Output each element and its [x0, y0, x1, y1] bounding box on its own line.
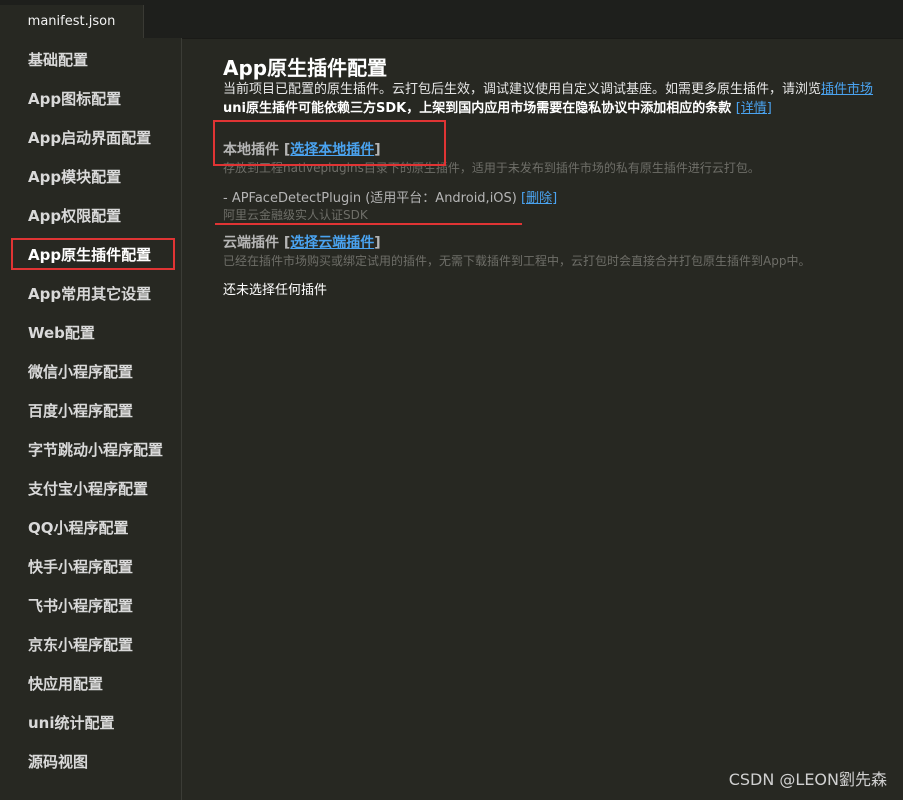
tab-manifest-json[interactable]: manifest.json: [0, 5, 144, 38]
details-link[interactable]: [详情]: [736, 101, 772, 116]
sidebar-item-baidu-mp[interactable]: 百度小程序配置: [28, 401, 133, 421]
sidebar-item-app-splash[interactable]: App启动界面配置: [28, 128, 151, 148]
sidebar-item-source-view[interactable]: 源码视图: [28, 752, 88, 772]
sidebar-item-feishu-mp[interactable]: 飞书小程序配置: [28, 596, 133, 616]
cloud-plugins-title: 云端插件: [223, 235, 279, 251]
description-line-1: 当前项目已配置的原生插件。云打包后生效，调试建议使用自定义调试基座。如需更多原生…: [223, 78, 873, 97]
annotation-underline: [215, 223, 522, 225]
sidebar-item-app-modules[interactable]: App模块配置: [28, 167, 121, 187]
cloud-plugins-heading: 云端插件 [选择云端插件]: [223, 232, 381, 252]
privacy-notice-text: uni原生插件可能依赖三方SDK，上架到国内应用市场需要在隐私协议中添加相应的条…: [223, 101, 732, 116]
sidebar-item-wechat-mp[interactable]: 微信小程序配置: [28, 362, 133, 382]
active-item-highlight: [11, 238, 175, 270]
sidebar-item-app-other-settings[interactable]: App常用其它设置: [28, 284, 151, 304]
sidebar-item-qq-mp[interactable]: QQ小程序配置: [28, 518, 129, 538]
sidebar-item-app-icon[interactable]: App图标配置: [28, 89, 121, 109]
watermark: CSDN @LEON劉先森: [728, 770, 887, 789]
plugin-market-link[interactable]: 插件市场: [821, 82, 873, 97]
sidebar: 基础配置 App图标配置 App启动界面配置 App模块配置 App权限配置 A…: [0, 38, 182, 800]
annotation-highlight-box: [213, 120, 446, 166]
main-panel: App原生插件配置 当前项目已配置的原生插件。云打包后生效，调试建议使用自定义调…: [183, 38, 903, 800]
bracket-close: ]: [374, 235, 381, 251]
select-cloud-plugin-link[interactable]: 选择云端插件: [290, 235, 374, 251]
tab-bar: manifest.json: [0, 0, 903, 39]
description-line-2: uni原生插件可能依赖三方SDK，上架到国内应用市场需要在隐私协议中添加相应的条…: [223, 97, 772, 116]
sidebar-item-app-permissions[interactable]: App权限配置: [28, 206, 121, 226]
editor-window: manifest.json 基础配置 App图标配置 App启动界面配置 App…: [0, 0, 903, 800]
sidebar-item-quickapp[interactable]: 快应用配置: [28, 674, 103, 694]
sidebar-item-web[interactable]: Web配置: [28, 323, 95, 343]
description-text: 当前项目已配置的原生插件。云打包后生效，调试建议使用自定义调试基座。如需更多原生…: [223, 82, 822, 97]
plugin-description: 阿里云金融级实人认证SDK: [223, 208, 368, 222]
page-title: App原生插件配置: [223, 56, 388, 80]
cloud-plugins-hint: 已经在插件市场购买或绑定试用的插件，无需下载插件到工程中，云打包时会直接合并打包…: [223, 254, 811, 268]
sidebar-item-jd-mp[interactable]: 京东小程序配置: [28, 635, 133, 655]
no-plugin-selected-text: 还未选择任何插件: [223, 283, 328, 298]
sidebar-item-alipay-mp[interactable]: 支付宝小程序配置: [28, 479, 148, 499]
plugin-name: - APFaceDetectPlugin (适用平台：Android,iOS): [223, 191, 517, 206]
sidebar-item-bytedance-mp[interactable]: 字节跳动小程序配置: [28, 440, 163, 460]
sidebar-item-basic[interactable]: 基础配置: [28, 50, 88, 70]
local-plugin-item: - APFaceDetectPlugin (适用平台：Android,iOS) …: [223, 187, 557, 206]
sidebar-item-uni-stats[interactable]: uni统计配置: [28, 713, 115, 733]
delete-plugin-link[interactable]: [删除]: [521, 191, 557, 206]
sidebar-item-kuaishou-mp[interactable]: 快手小程序配置: [28, 557, 133, 577]
